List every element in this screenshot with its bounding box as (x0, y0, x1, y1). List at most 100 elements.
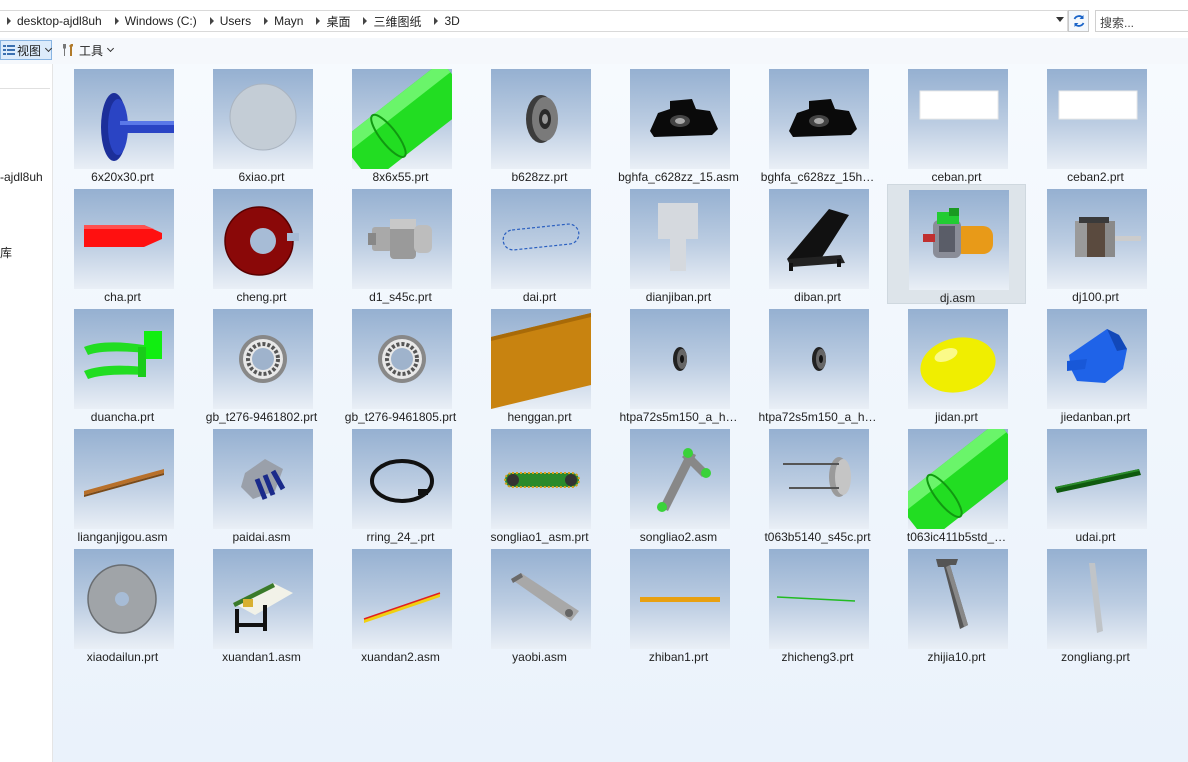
channel-part-icon (1047, 429, 1147, 529)
file-name: xuandan1.asm (222, 650, 301, 664)
file-item[interactable]: 6x20x30.prt (53, 64, 192, 184)
file-item[interactable]: ceban2.prt (1026, 64, 1165, 184)
belt-assembly-icon (213, 429, 313, 529)
file-item[interactable]: bghfa_c628zz_15.asm (609, 64, 748, 184)
file-item[interactable]: duancha.prt (53, 304, 192, 424)
file-item[interactable]: gb_t276-9461805.prt (331, 304, 470, 424)
file-name: b628zz.prt (511, 170, 568, 184)
file-name: henggan.prt (507, 410, 572, 424)
breadcrumb-item[interactable]: 3D (427, 11, 465, 31)
file-item[interactable]: d1_s45c.prt (331, 184, 470, 304)
file-item[interactable]: zongliang.prt (1026, 544, 1165, 664)
file-item[interactable]: dj100.prt (1026, 184, 1165, 304)
file-item[interactable]: xuandan1.asm (192, 544, 331, 664)
file-item[interactable]: xiaodailun.prt (53, 544, 192, 664)
file-item[interactable]: paidai.asm (192, 424, 331, 544)
file-item[interactable]: dianjiban.prt (609, 184, 748, 304)
file-name: xuandan2.asm (361, 650, 440, 664)
file-item[interactable]: yaobi.asm (470, 544, 609, 664)
breadcrumb-item[interactable]: 三维图纸 (356, 11, 427, 31)
pin-part-icon (769, 429, 869, 529)
file-name: gb_t276-9461802.prt (205, 410, 318, 424)
machine-assembly-icon (213, 549, 313, 649)
file-item[interactable]: 8x6x55.prt (331, 64, 470, 184)
chevron-right-icon[interactable] (316, 17, 321, 25)
tools-menu-button[interactable]: 工具 (60, 40, 115, 60)
breadcrumb-item[interactable]: desktop-ajdl8uh (0, 11, 108, 31)
nav-item-computer[interactable]: -ajdl8uh (0, 170, 43, 184)
file-name: dj100.prt (1072, 290, 1119, 304)
breadcrumb-item[interactable]: 桌面 (309, 11, 356, 31)
stepper-motor-part-icon (1047, 189, 1147, 289)
file-item[interactable]: 6xiao.prt (192, 64, 331, 184)
refresh-button[interactable] (1068, 10, 1089, 32)
file-item[interactable]: htpa72s5m150_a_h… (609, 304, 748, 424)
file-name: lianganjigou.asm (77, 530, 168, 544)
chevron-right-icon[interactable] (209, 17, 214, 25)
chevron-right-icon[interactable] (7, 17, 11, 25)
file-item[interactable]: t063b5140_s45c.prt (748, 424, 887, 544)
rod-part-icon (769, 549, 869, 649)
file-item[interactable]: diban.prt (748, 184, 887, 304)
file-name: songliao2.asm (639, 530, 718, 544)
chevron-right-icon[interactable] (363, 17, 368, 25)
file-name: zhiban1.prt (648, 650, 709, 664)
wheel-part-icon (74, 549, 174, 649)
file-item[interactable]: zhicheng3.prt (748, 544, 887, 664)
file-list-pane[interactable]: 6x20x30.prt 6xiao.prt 8x6x55.prt b628zz.prt… (53, 64, 1188, 762)
file-item[interactable]: zhiban1.prt (609, 544, 748, 664)
breadcrumb-item[interactable]: Mayn (257, 11, 309, 31)
tray-part-icon (1047, 309, 1147, 409)
retaining-ring-part-icon (352, 429, 452, 529)
file-name: d1_s45c.prt (369, 290, 432, 304)
search-input[interactable]: 搜索... (1095, 10, 1188, 32)
file-item[interactable]: cheng.prt (192, 184, 331, 304)
file-name: dai.prt (522, 290, 557, 304)
file-item[interactable]: cha.prt (53, 184, 192, 304)
file-item[interactable]: songliao1_asm.prt (470, 424, 609, 544)
chevron-right-icon[interactable] (264, 17, 269, 25)
file-item[interactable]: ceban.prt (887, 64, 1026, 184)
bearing-part-icon (491, 69, 591, 169)
view-menu-button[interactable]: 视图 (0, 40, 53, 60)
file-item[interactable]: dai.prt (470, 184, 609, 304)
breadcrumb[interactable]: desktop-ajdl8uh Windows (C:) Users Mayn … (0, 10, 1068, 32)
file-item[interactable]: xuandan2.asm (331, 544, 470, 664)
file-name: paidai.asm (232, 530, 291, 544)
file-item[interactable]: t063ic411b5std_… (887, 424, 1026, 544)
file-name: dj.asm (939, 291, 976, 305)
breadcrumb-item[interactable]: Windows (C:) (108, 11, 203, 31)
t-bracket-part-icon (908, 549, 1008, 649)
file-item[interactable]: rring_24_.prt (331, 424, 470, 544)
file-item[interactable]: jidan.prt (887, 304, 1026, 424)
file-name: htpa72s5m150_a_h… (619, 410, 738, 424)
ring-part-icon (213, 189, 313, 289)
chevron-right-icon[interactable] (434, 17, 439, 25)
file-name: zhijia10.prt (927, 650, 986, 664)
chevron-right-icon[interactable] (114, 17, 119, 25)
bearing-block-assembly-icon (630, 69, 730, 169)
file-item[interactable]: henggan.prt (470, 304, 609, 424)
file-item[interactable]: zhijia10.prt (887, 544, 1026, 664)
file-item[interactable]: b628zz.prt (470, 64, 609, 184)
file-item[interactable]: lianganjigou.asm (53, 424, 192, 544)
file-item[interactable]: htpa72s5m150_a_h… (748, 304, 887, 424)
file-name: cha.prt (104, 290, 141, 304)
file-grid: 6x20x30.prt 6xiao.prt 8x6x55.prt b628zz.prt… (53, 64, 1188, 762)
file-name: bghfa_c628zz_15.asm (618, 170, 739, 184)
file-item[interactable]: gb_t276-9461802.prt (192, 304, 331, 424)
file-item[interactable]: songliao2.asm (609, 424, 748, 544)
file-name: yaobi.asm (512, 650, 567, 664)
file-name: jiedanban.prt (1060, 410, 1131, 424)
file-name: ceban2.prt (1067, 170, 1124, 184)
file-item[interactable]: udai.prt (1026, 424, 1165, 544)
egg-part-icon (908, 309, 1008, 409)
breadcrumb-item[interactable]: Users (203, 11, 257, 31)
file-item[interactable]: dj.asm (887, 184, 1026, 305)
file-item[interactable]: jiedanban.prt (1026, 304, 1165, 424)
hook-part-icon (74, 309, 174, 409)
pulley-part-icon (769, 309, 869, 409)
nav-item-library[interactable]: 库 (0, 244, 12, 261)
file-item[interactable]: bghfa_c628zz_15h… (748, 64, 887, 184)
address-history-dropdown-icon[interactable] (1056, 17, 1064, 22)
